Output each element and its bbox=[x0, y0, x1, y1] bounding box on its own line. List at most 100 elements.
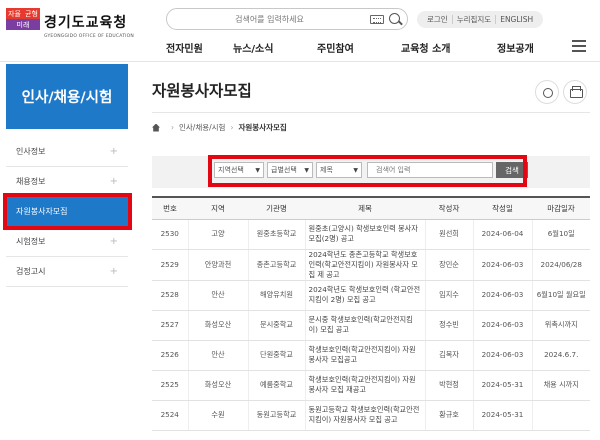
table-row[interactable]: 2525 화성오산 예룸중학교 학생보호인력(학교안전지킴이) 자원봉사자 모집… bbox=[152, 370, 590, 401]
table-header-row: 번호 지역 기관명 제목 작성자 작성일 마감일자 bbox=[152, 196, 590, 220]
cell-deadline: 6월10일 월요일 bbox=[532, 280, 590, 311]
cell-title-link[interactable]: 문시중 학생보호인력(학교안전지킴이) 모집 공고 bbox=[305, 310, 426, 341]
cell-author: 임지수 bbox=[425, 280, 474, 311]
cell-title-link[interactable]: 학생보호인력(학교안전지킴이) 자원봉사자 모집 재공고 bbox=[305, 370, 426, 401]
logo-mark-text-3: 미래 bbox=[6, 19, 40, 30]
cell-region: 고양 bbox=[188, 219, 249, 250]
cell-region: 수원 bbox=[188, 400, 249, 431]
logo-english: GYEONGGIDO OFFICE OF EDUCATION bbox=[44, 33, 134, 39]
cell-date: 2024-06-03 bbox=[473, 310, 533, 341]
plus-icon: + bbox=[109, 236, 118, 247]
cell-title-link[interactable]: 2024학년도 종촌고등학교 학생보호인력(학교안전지킴이) 자원봉사자 모집 … bbox=[305, 249, 426, 281]
site-search bbox=[166, 8, 408, 30]
sidebar-item-personnel[interactable]: 인사정보 + bbox=[6, 137, 128, 167]
cell-number: 2525 bbox=[152, 370, 189, 401]
col-header-author: 작성자 bbox=[425, 196, 473, 220]
plus-icon: + bbox=[109, 176, 118, 187]
table-row[interactable]: 2528 안산 해양유치원 2024학년도 학생보호인력 (학교안전지킴이 2명… bbox=[152, 280, 590, 311]
cell-number: 2524 bbox=[152, 400, 189, 431]
cell-author: 김복자 bbox=[425, 340, 474, 371]
site-search-input[interactable] bbox=[177, 12, 362, 27]
cell-date: 2024-06-03 bbox=[473, 340, 533, 371]
cell-deadline: 채용 시까지 bbox=[532, 370, 590, 401]
cell-region: 안산 bbox=[188, 280, 249, 311]
cell-date: 2024-05-31 bbox=[473, 400, 533, 431]
cell-title-link[interactable]: 학생보호인력(학교안전지킴이) 자원봉사자 모집공고 bbox=[305, 340, 426, 371]
table-row[interactable]: 2530 고양 원중초등학교 원중초(고양시) 학생보호인력 봉사자 모집(2명… bbox=[152, 219, 590, 250]
cell-institution: 문시중학교 bbox=[248, 310, 306, 341]
sidebar-item-label: 시험정보 bbox=[16, 237, 46, 246]
cell-deadline: 6월10일 bbox=[532, 219, 590, 250]
cell-author: 황규호 bbox=[425, 400, 474, 431]
col-header-deadline: 마감일자 bbox=[532, 196, 590, 220]
site-logo[interactable]: 자율 균형 미래 경기도교육청 GYEONGGIDO OFFICE OF EDU… bbox=[6, 8, 134, 42]
cell-institution: 단원중학교 bbox=[248, 340, 306, 371]
cell-author: 박현정 bbox=[425, 370, 474, 401]
table-row[interactable]: 2526 안산 단원중학교 학생보호인력(학교안전지킴이) 자원봉사자 모집공고… bbox=[152, 340, 590, 371]
cell-number: 2526 bbox=[152, 340, 189, 371]
cell-deadline: 2024.6.7. bbox=[532, 340, 590, 371]
utility-links: 로그인 누리집지도 ENGLISH bbox=[417, 11, 544, 28]
cell-date: 2024-05-31 bbox=[473, 370, 533, 401]
sidebar-item-qualification-exam[interactable]: 검정고시 + bbox=[6, 257, 128, 287]
main-nav: 전자민원 뉴스/소식 주민참여 교육청 소개 정보공개 bbox=[166, 40, 534, 55]
sidebar-item-label: 검정고시 bbox=[16, 267, 46, 276]
cell-author: 정수빈 bbox=[425, 310, 474, 341]
cell-title-link[interactable]: 원중초(고양시) 학생보호인력 봉사자 모집(2명) 공고 bbox=[305, 219, 426, 250]
page-title: 자원봉사자모집 bbox=[152, 82, 252, 100]
cell-institution: 동원고등학교 bbox=[248, 400, 306, 431]
cell-date: 2024-06-03 bbox=[473, 249, 533, 281]
cell-author: 장민순 bbox=[425, 249, 474, 281]
cell-deadline: 위촉시까지 bbox=[532, 310, 590, 341]
cell-institution: 원중초등학교 bbox=[248, 219, 306, 250]
highlight-box-filter bbox=[208, 155, 527, 187]
site-header: 자율 균형 미래 경기도교육청 GYEONGGIDO OFFICE OF EDU… bbox=[0, 0, 600, 62]
cell-institution: 예룸중학교 bbox=[248, 370, 306, 401]
sidebar-title: 인사/채용/시험 bbox=[6, 64, 128, 129]
breadcrumb: › 인사/채용/시험 › 자원봉사자모집 bbox=[152, 122, 287, 133]
logo-text: 경기도교육청 GYEONGGIDO OFFICE OF EDUCATION bbox=[44, 12, 134, 39]
english-link[interactable]: ENGLISH bbox=[496, 15, 537, 24]
print-icon[interactable] bbox=[563, 80, 587, 104]
cell-number: 2530 bbox=[152, 219, 189, 250]
share-icon[interactable] bbox=[535, 80, 559, 104]
breadcrumb-item[interactable]: 인사/채용/시험 bbox=[179, 122, 225, 133]
cell-number: 2529 bbox=[152, 249, 189, 281]
cell-date: 2024-06-04 bbox=[473, 219, 533, 250]
col-header-date: 작성일 bbox=[473, 196, 532, 220]
breadcrumb-separator-icon: › bbox=[230, 123, 234, 132]
cell-region: 화성오산 bbox=[188, 370, 249, 401]
logo-mark-text-2: 균형 bbox=[23, 8, 40, 19]
logo-mark-icon: 자율 균형 미래 bbox=[6, 8, 40, 42]
cell-institution: 해양유치원 bbox=[248, 280, 306, 311]
cell-number: 2527 bbox=[152, 310, 189, 341]
volunteer-table: 번호 지역 기관명 제목 작성자 작성일 마감일자 2530 고양 원중초등학교… bbox=[152, 196, 590, 431]
nav-item-disclosure[interactable]: 정보공개 bbox=[497, 40, 534, 55]
cell-region: 안산 bbox=[188, 340, 249, 371]
table-row[interactable]: 2524 수원 동원고등학교 동원고등학교 학생보호인력(학교안전지킴이) 자원… bbox=[152, 400, 590, 431]
table-row[interactable]: 2529 안양과천 종촌고등학교 2024학년도 종촌고등학교 학생보호인력(학… bbox=[152, 249, 590, 281]
keyboard-icon[interactable] bbox=[370, 15, 384, 24]
home-icon[interactable] bbox=[152, 123, 160, 132]
cell-title-link[interactable]: 2024학년도 학생보호인력 (학교안전지킴이 2명) 모집 공고 bbox=[305, 280, 426, 311]
cell-title-link[interactable]: 동원고등학교 학생보호인력(학교안전지킴이) 자원봉사자 모집 공고 bbox=[305, 400, 426, 431]
search-icon[interactable] bbox=[389, 13, 400, 24]
cell-institution: 종촌고등학교 bbox=[248, 249, 306, 281]
login-link[interactable]: 로그인 bbox=[423, 15, 453, 24]
highlight-box-sidebar bbox=[3, 193, 132, 230]
plus-icon: + bbox=[109, 266, 118, 277]
col-header-institution: 기관명 bbox=[248, 196, 305, 220]
nav-item-about[interactable]: 교육청 소개 bbox=[401, 40, 497, 55]
breadcrumb-separator-icon: › bbox=[171, 123, 174, 132]
plus-icon: + bbox=[109, 146, 118, 157]
sidebar-item-label: 인사정보 bbox=[16, 147, 46, 156]
nav-item-news[interactable]: 뉴스/소식 bbox=[233, 40, 317, 55]
sidebar-item-exam[interactable]: 시험정보 + bbox=[6, 227, 128, 257]
col-header-title: 제목 bbox=[305, 196, 425, 220]
nav-item-participation[interactable]: 주민참여 bbox=[317, 40, 401, 55]
sitemap-link[interactable]: 누리집지도 bbox=[453, 15, 497, 24]
hamburger-menu-icon[interactable] bbox=[572, 40, 586, 52]
logo-korean: 경기도교육청 bbox=[44, 14, 128, 31]
nav-item-civil-service[interactable]: 전자민원 bbox=[166, 40, 233, 55]
table-row[interactable]: 2527 화성오산 문시중학교 문시중 학생보호인력(학교안전지킴이) 모집 공… bbox=[152, 310, 590, 341]
